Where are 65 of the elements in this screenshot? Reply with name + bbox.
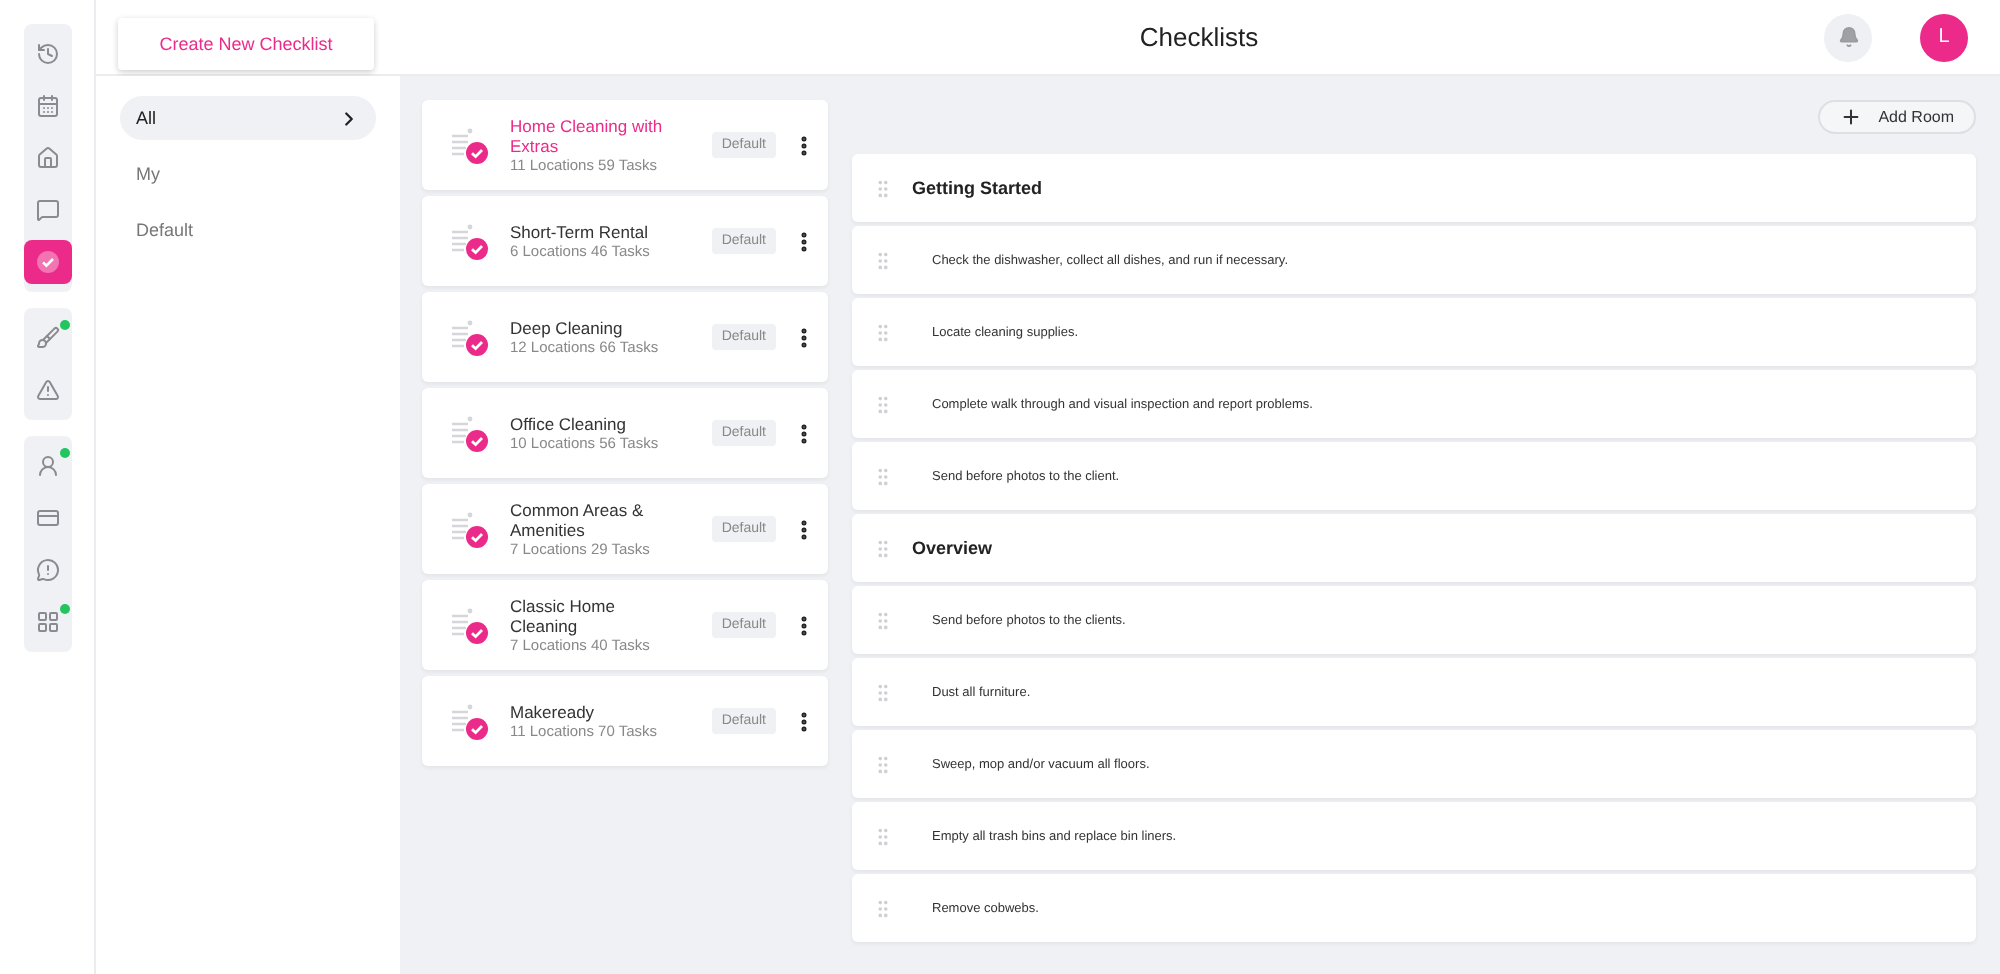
grip-icon (872, 609, 894, 631)
notifications-button[interactable] (1824, 13, 1872, 61)
grip-icon (872, 249, 894, 271)
drag-handle[interactable] (872, 825, 894, 847)
drag-handle[interactable] (872, 177, 894, 199)
grip-icon (872, 393, 894, 415)
grip-icon (872, 753, 894, 775)
drag-handle[interactable] (872, 249, 894, 271)
checklist-icon (450, 701, 490, 741)
checklist-title: Office Cleaning (510, 413, 628, 433)
grip-icon (872, 825, 894, 847)
section-title: Getting Started (912, 178, 1043, 198)
check-icon (35, 250, 59, 274)
filter-label: All (136, 108, 157, 128)
warning-icon (35, 378, 59, 402)
section-row[interactable]: Getting Started (852, 154, 1976, 222)
broom-icon (35, 326, 59, 350)
drag-handle[interactable] (872, 609, 894, 631)
drag-handle[interactable] (872, 681, 894, 703)
checklist-icon (450, 125, 490, 165)
create-checklist-button[interactable]: Create New Checklist (118, 17, 374, 69)
history-icon (35, 42, 59, 66)
filter-item[interactable]: Default (120, 208, 376, 252)
grip-icon (872, 681, 894, 703)
home-icon (35, 146, 59, 170)
nav-button[interactable] (23, 240, 71, 284)
grip-icon (872, 465, 894, 487)
filter-item[interactable]: My (120, 152, 376, 196)
checklist-title: Common Areas & Amenities (510, 499, 646, 539)
grip-icon (872, 537, 894, 559)
checklist-title: Classic Home Cleaning (510, 595, 617, 635)
checklist-title: Deep Cleaning (510, 317, 625, 337)
filter-label: Default (136, 220, 194, 240)
alert-icon (35, 558, 59, 582)
drag-handle[interactable] (872, 897, 894, 919)
grip-icon (872, 321, 894, 343)
drag-handle[interactable] (872, 753, 894, 775)
checklist-icon (450, 413, 490, 453)
checklist-title: Makeready (510, 701, 597, 721)
checklist-icon (450, 317, 490, 357)
checklist-title: Short-Term Rental (510, 221, 650, 241)
checklist-icon (450, 221, 490, 261)
user-avatar[interactable]: L (1920, 13, 1968, 61)
grid-icon (35, 610, 59, 634)
bell-icon (1837, 26, 1859, 48)
section-row[interactable]: Overview (852, 514, 1976, 582)
plus-icon (1840, 106, 1863, 128)
drag-handle[interactable] (872, 393, 894, 415)
card-icon (35, 506, 59, 530)
checklist-title: Home Cleaning with Extras (510, 115, 665, 155)
chat-icon (35, 198, 59, 222)
page-title: Checklists (1137, 22, 1261, 52)
add-room-button[interactable]: Add Room (1818, 100, 1976, 134)
filter-label: My (136, 164, 160, 184)
drag-handle[interactable] (872, 465, 894, 487)
checklist-icon (450, 509, 490, 549)
drag-handle[interactable] (872, 321, 894, 343)
section-title: Overview (912, 538, 993, 558)
calendar-icon (35, 94, 59, 118)
drag-handle[interactable] (872, 537, 894, 559)
filter-item[interactable]: All (120, 96, 376, 140)
user-icon (35, 454, 59, 478)
grip-icon (872, 897, 894, 919)
checklist-icon (450, 605, 490, 645)
grip-icon (872, 177, 894, 199)
